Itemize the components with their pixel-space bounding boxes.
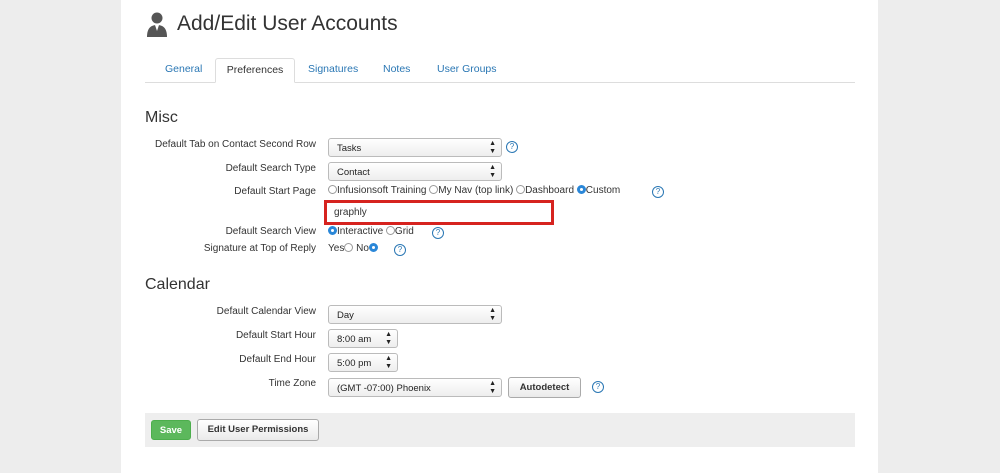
- help-icon[interactable]: ?: [432, 227, 444, 239]
- start-hour-select[interactable]: 8:00 am ▲ ▼: [328, 329, 398, 348]
- tab-bar: General Preferences Signatures Notes Use…: [145, 58, 855, 83]
- help-icon[interactable]: ?: [592, 381, 604, 393]
- misc-section-title: Misc: [145, 109, 178, 126]
- radio-my-nav[interactable]: [429, 185, 439, 194]
- tab-notes[interactable]: Notes: [383, 58, 419, 82]
- radio-yes[interactable]: [344, 243, 354, 252]
- radio-interactive[interactable]: [328, 226, 337, 235]
- calendar-view-select[interactable]: Day ▲ ▼: [328, 305, 502, 324]
- search-view-options: Interactive Grid: [328, 226, 414, 237]
- default-tab-select[interactable]: Tasks ▲ ▼: [328, 138, 502, 157]
- calendar-view-label: Default Calendar View: [216, 306, 316, 317]
- page-header: Add/Edit User Accounts: [145, 8, 398, 40]
- start-hour-label: Default Start Hour: [235, 330, 316, 341]
- select-arrows-icon: ▲ ▼: [385, 331, 392, 346]
- help-icon[interactable]: ?: [394, 244, 406, 256]
- radio-infusionsoft-training[interactable]: [328, 185, 337, 194]
- start-page-options: Infusionsoft Training My Nav (top link) …: [328, 185, 620, 196]
- save-button[interactable]: Save: [151, 420, 191, 440]
- edit-user-permissions-button[interactable]: Edit User Permissions: [197, 419, 319, 441]
- time-zone-label: Time Zone: [268, 378, 316, 389]
- start-page-label: Default Start Page: [234, 186, 316, 197]
- autodetect-button[interactable]: Autodetect: [508, 377, 581, 398]
- tab-signatures[interactable]: Signatures: [308, 58, 368, 82]
- select-arrows-icon: ▲ ▼: [385, 355, 392, 370]
- page-title: Add/Edit User Accounts: [177, 12, 398, 35]
- radio-custom[interactable]: [576, 185, 586, 194]
- time-zone-select[interactable]: (GMT -07:00) Phoenix ▲ ▼: [328, 378, 502, 397]
- signature-label: Signature at Top of Reply: [203, 243, 316, 254]
- form-actions-bar: Save Edit User Permissions: [145, 413, 855, 447]
- end-hour-select[interactable]: 5:00 pm ▲ ▼: [328, 353, 398, 372]
- tab-general[interactable]: General: [165, 58, 211, 82]
- radio-no[interactable]: [368, 243, 378, 252]
- select-arrows-icon: ▲ ▼: [489, 164, 496, 179]
- search-type-select[interactable]: Contact ▲ ▼: [328, 162, 502, 181]
- search-type-label: Default Search Type: [225, 163, 316, 174]
- help-icon[interactable]: ?: [652, 186, 664, 198]
- user-icon: [147, 12, 167, 37]
- calendar-section-title: Calendar: [145, 276, 210, 293]
- custom-start-page-input[interactable]: graphly: [324, 200, 554, 225]
- help-icon[interactable]: ?: [506, 141, 518, 153]
- radio-dashboard[interactable]: [516, 185, 526, 194]
- tab-preferences[interactable]: Preferences: [215, 58, 295, 83]
- default-tab-label: Default Tab on Contact Second Row: [154, 139, 316, 150]
- tab-user-groups[interactable]: User Groups: [437, 58, 507, 82]
- select-arrows-icon: ▲ ▼: [489, 140, 496, 155]
- radio-grid[interactable]: [385, 226, 395, 235]
- signature-options: Yes No: [328, 243, 378, 254]
- select-arrows-icon: ▲ ▼: [489, 307, 496, 322]
- select-arrows-icon: ▲ ▼: [489, 380, 496, 395]
- end-hour-label: Default End Hour: [239, 354, 316, 365]
- search-view-label: Default Search View: [225, 226, 316, 237]
